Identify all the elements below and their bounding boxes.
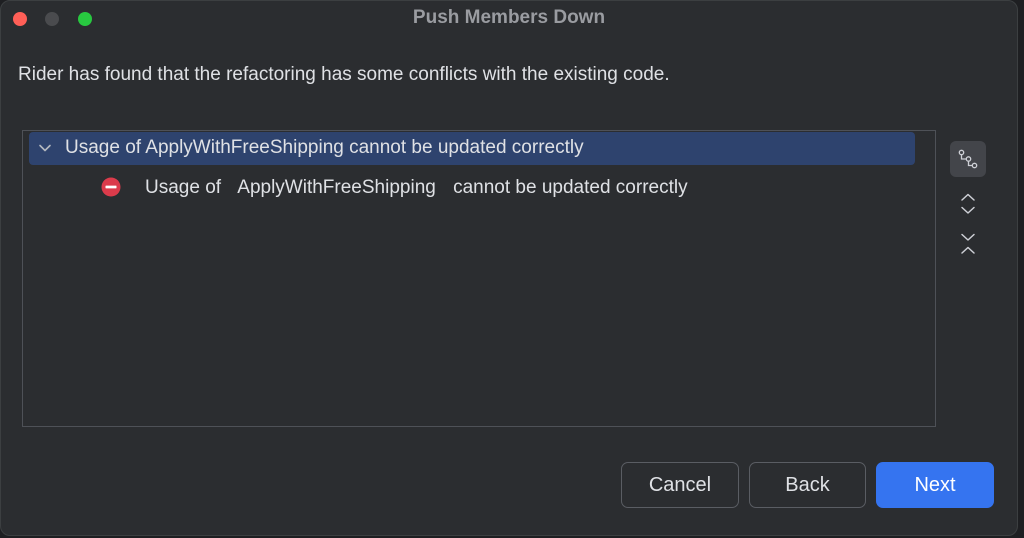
error-icon (101, 177, 121, 197)
child-suffix: cannot be updated correctly (453, 177, 688, 198)
tree-node-child[interactable]: Usage of ApplyWithFreeShipping cannot be… (93, 173, 913, 203)
back-button[interactable]: Back (749, 462, 866, 508)
tree-node-parent[interactable]: Usage of ApplyWithFreeShipping cannot be… (29, 132, 915, 165)
dialog-window: Push Members Down Rider has found that t… (0, 0, 1018, 536)
expand-all-button[interactable] (950, 186, 986, 222)
child-member-name: ApplyWithFreeShipping (237, 177, 436, 198)
conflicts-tree: Usage of ApplyWithFreeShipping cannot be… (22, 130, 936, 427)
group-by-icon (958, 149, 978, 169)
conflict-message: Rider has found that the refactoring has… (18, 64, 670, 85)
next-button[interactable]: Next (876, 462, 994, 508)
title-bar: Push Members Down (1, 1, 1017, 37)
tree-node-child-text: Usage of ApplyWithFreeShipping cannot be… (145, 177, 700, 199)
collapse-all-icon (961, 233, 975, 254)
tree-node-parent-label: Usage of ApplyWithFreeShipping cannot be… (65, 137, 584, 158)
child-prefix: Usage of (145, 177, 222, 198)
collapse-all-button[interactable] (950, 226, 986, 262)
cancel-button[interactable]: Cancel (621, 462, 739, 508)
window-title: Push Members Down (412, 7, 606, 28)
group-by-button[interactable] (950, 141, 986, 177)
expand-all-icon (961, 193, 975, 214)
chevron-down-icon[interactable] (37, 140, 53, 156)
